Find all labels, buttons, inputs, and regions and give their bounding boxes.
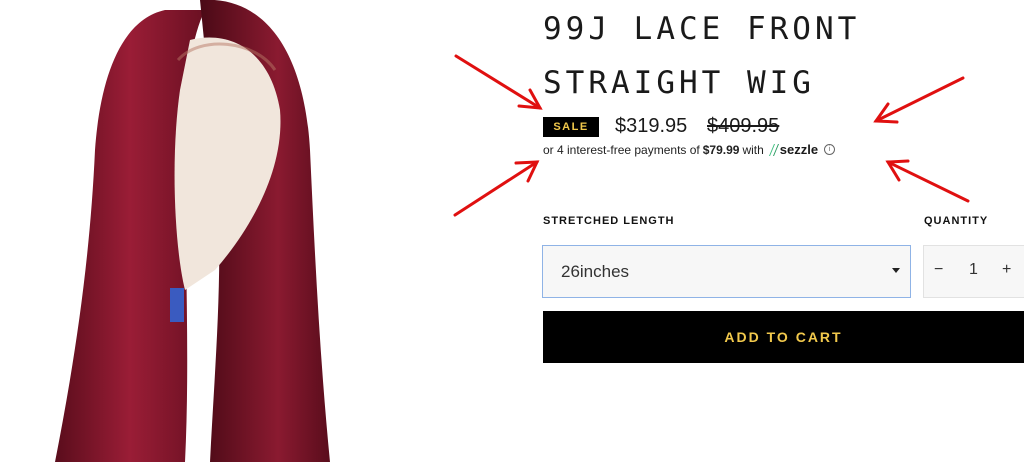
variant-label: STRETCHED LENGTH — [543, 215, 675, 227]
sezzle-logo[interactable]: sezzle — [768, 142, 818, 157]
product-title: 99J LACE FRONT STRAIGHT WIG — [543, 11, 861, 101]
length-select[interactable]: 26inches — [542, 245, 911, 298]
installment-info: or 4 interest-free payments of $79.99 wi… — [543, 142, 836, 157]
installment-amount: $79.99 — [702, 142, 740, 157]
sale-price: $319.95 — [615, 115, 688, 137]
installment-prefix: or 4 interest-free payments of — [543, 142, 700, 157]
installment-suffix: with — [742, 142, 764, 157]
product-image — [55, 0, 330, 462]
annotation-arrowhead — [885, 159, 910, 182]
annotation-arrow — [453, 160, 539, 217]
compare-at-price: $409.95 — [707, 115, 780, 137]
info-icon[interactable]: i — [824, 144, 836, 155]
quantity-label: QUANTITY — [924, 215, 989, 227]
annotation-arrowhead — [517, 88, 543, 110]
sezzle-wordmark: sezzle — [779, 142, 819, 157]
quantity-increase-button[interactable]: + — [1002, 261, 1011, 279]
quantity-stepper[interactable]: − 1 + — [923, 245, 1024, 298]
length-select-value: 26inches — [561, 262, 630, 281]
quantity-decrease-button[interactable]: − — [934, 261, 943, 279]
add-to-cart-button[interactable]: ADD TO CART — [543, 311, 1024, 363]
quantity-input[interactable]: 1 — [969, 261, 978, 279]
annotation-arrow — [886, 160, 970, 203]
sale-badge: SALE — [543, 117, 599, 137]
annotation-arrowhead — [514, 160, 540, 183]
sezzle-leaf-icon — [768, 143, 779, 156]
annotation-arrow — [454, 54, 542, 110]
chevron-down-icon — [892, 268, 900, 273]
